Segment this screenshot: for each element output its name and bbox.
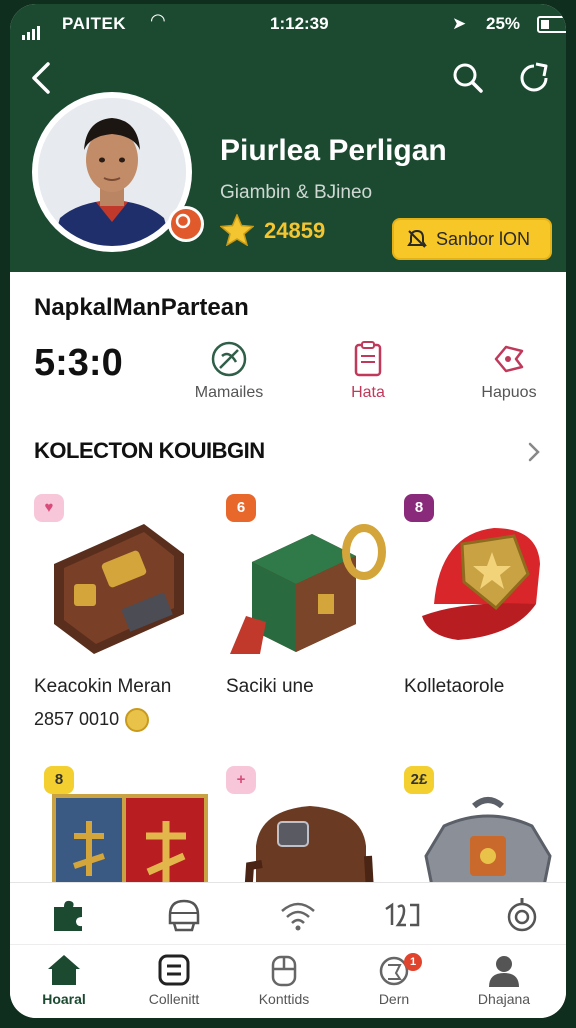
collection-item[interactable]: + — [226, 766, 402, 884]
bottom-tab-bar: Hoaral Collenitt Konttids 1 Dern Dhajana — [10, 944, 566, 1018]
status-time: 1:12:39 — [270, 14, 329, 33]
stat-label: Mamailes — [194, 384, 264, 401]
item-price: 2857 0010 — [34, 708, 150, 732]
stat-hapuos[interactable]: Hapuos — [454, 340, 564, 402]
tab-controls[interactable]: Konttids — [236, 953, 332, 1007]
team-badge-icon — [168, 206, 204, 242]
tab-profile[interactable]: Dhajana — [456, 953, 552, 1007]
clipboard-icon — [354, 341, 382, 377]
stat-big-value: 5:3:0 — [34, 342, 123, 384]
collection-title: KOLECTON KOUIBGIN — [34, 438, 265, 463]
feed-button[interactable] — [278, 895, 318, 935]
tab-collection[interactable]: Collenitt — [126, 953, 222, 1007]
compass-icon — [211, 341, 247, 377]
battery-percent: 25% — [486, 14, 521, 33]
puzzle-icon — [54, 900, 82, 931]
tab-label: Hoaral — [42, 991, 86, 1007]
share-icon — [520, 62, 548, 92]
collection-item[interactable]: 2£ — [404, 766, 566, 884]
collection-item[interactable]: 6 Saciki une — [226, 494, 402, 744]
item-title: Keacokin Meran — [34, 676, 172, 697]
collection-icon — [158, 954, 190, 986]
collection-item[interactable]: 8 Kolletaorole — [404, 494, 566, 744]
item-title: Saciki une — [226, 676, 314, 697]
star-icon — [220, 214, 254, 246]
chevron-right-icon — [528, 442, 540, 462]
signal-icon — [22, 20, 42, 40]
notification-badge: 1 — [404, 953, 422, 971]
quick-actions-bar — [10, 882, 566, 945]
chart-icon — [385, 902, 420, 927]
status-button[interactable]: Sanbor lON — [392, 218, 552, 260]
avatar-photo — [38, 98, 186, 246]
status-button-label: Sanbor lON — [436, 229, 531, 249]
status-bar: PAITEK ◠ 1:12:39 ➤ 25% — [22, 10, 566, 40]
collection-item[interactable]: ♥ Keacokin Meran 2857 0010 — [34, 494, 210, 744]
carrier-label: PAITEK — [62, 14, 127, 33]
tab-label: Collenitt — [148, 991, 200, 1007]
profile-name: Piurlea Perligan — [220, 134, 447, 167]
stat-hata[interactable]: Hata — [313, 340, 423, 402]
helmet-button[interactable] — [164, 895, 204, 935]
share-button[interactable] — [516, 60, 552, 96]
wallet-icon — [54, 524, 184, 654]
profile-subtitle: Giambin & BJineo — [220, 182, 373, 203]
cap-icon — [422, 528, 540, 640]
tab-label: Konttids — [258, 991, 310, 1007]
stat-label: Hapuos — [481, 384, 537, 401]
tag-icon — [494, 345, 524, 373]
bell-icon — [407, 229, 427, 248]
puzzle-button[interactable] — [48, 895, 88, 935]
item-price-value: 2857 0010 — [34, 708, 120, 729]
tab-label: Dhajana — [477, 991, 531, 1007]
app-screen: PAITEK ◠ 1:12:39 ➤ 25% Piurlea Perligan … — [10, 4, 566, 1018]
timer-button[interactable] — [502, 895, 542, 935]
item-title: Kolletaorole — [404, 676, 505, 697]
search-button[interactable] — [450, 60, 486, 96]
banner-icon — [52, 794, 208, 884]
tab-home[interactable]: Hoaral — [16, 953, 112, 1007]
user-icon — [489, 956, 519, 987]
controller-icon — [271, 955, 297, 987]
helmet-icon — [168, 899, 200, 932]
tab-dern[interactable]: 1 Dern — [346, 953, 442, 1007]
wifi-icon: ◠ — [150, 10, 166, 30]
section-title: NapkalManPartean — [34, 294, 249, 321]
backpack-icon — [244, 806, 374, 884]
coin-icon — [125, 708, 150, 732]
location-icon: ➤ — [452, 14, 467, 33]
avatar[interactable] — [32, 92, 204, 252]
home-icon — [48, 955, 80, 985]
chest-icon — [230, 524, 386, 654]
armor-icon — [424, 797, 552, 884]
chevron-left-icon — [32, 62, 50, 94]
battery-icon — [537, 16, 566, 33]
profile-header: PAITEK ◠ 1:12:39 ➤ 25% Piurlea Perligan … — [10, 4, 566, 272]
back-button[interactable] — [26, 60, 58, 96]
player-portrait-icon — [38, 98, 186, 246]
search-icon — [453, 63, 483, 93]
stats-button[interactable] — [382, 895, 422, 935]
stat-mamailes[interactable]: Mamailes — [174, 340, 284, 402]
collection-item[interactable]: 8 — [44, 766, 220, 884]
score-value: 24859 — [264, 218, 326, 243]
tab-label: Dern — [378, 991, 410, 1007]
stopwatch-icon — [507, 898, 537, 932]
wifi-signal-icon — [281, 902, 315, 931]
stat-label: Hata — [351, 384, 385, 401]
collection-more-button[interactable] — [524, 438, 544, 466]
